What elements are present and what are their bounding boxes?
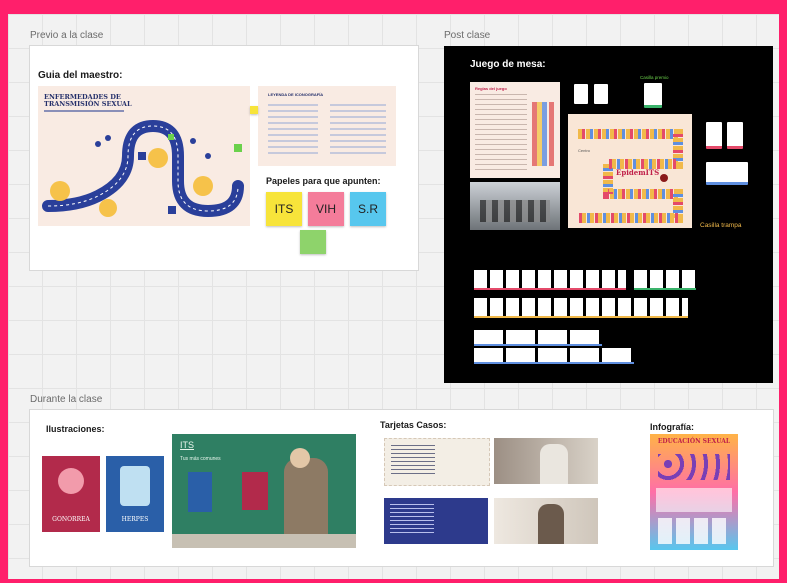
guia-title: Guia del maestro: [38, 70, 123, 81]
pink-card-row[interactable] [474, 270, 626, 290]
sticky-green-note[interactable] [300, 230, 326, 254]
casilla-trampa-label: Casilla trampa [700, 222, 742, 229]
classroom-floor [172, 534, 356, 548]
caso-card-1-text [391, 445, 435, 475]
gonorrea-label: GONORREA [52, 516, 90, 523]
guia-infographic[interactable]: ENFERMEDADES DE TRANSMISIÓN SEXUAL [38, 86, 250, 226]
trampa-card-1[interactable] [706, 122, 722, 149]
casilla-premio-label: Casilla premio [640, 75, 669, 80]
board-border: Previo a la clase Guia del maestro: ENFE… [0, 0, 787, 583]
board-center-label: Centro [578, 148, 591, 153]
blue-card-row-1[interactable] [474, 330, 602, 346]
premio-card[interactable] [644, 83, 662, 108]
class-photo[interactable] [470, 182, 560, 230]
road-path-illustration [42, 119, 244, 218]
sticky-its[interactable]: ITS [266, 192, 302, 226]
gonorrea-figure [58, 468, 84, 494]
juego-title: Juego de mesa: [470, 59, 546, 70]
mini-card-1[interactable] [574, 84, 588, 104]
caso-card-1[interactable] [384, 438, 490, 486]
caso-photo-2[interactable] [494, 498, 598, 544]
infografia-middle-band [656, 488, 732, 512]
reglas-card[interactable]: Reglas del juego [470, 82, 560, 178]
yellow-card-row[interactable] [474, 298, 688, 318]
caso-photo-1[interactable] [494, 438, 598, 484]
papeles-title: Papeles para que apunten: [266, 176, 381, 186]
chalkboard-text-sub: Tus más comunes [180, 456, 221, 462]
game-board[interactable]: EpidemITS Centro [568, 114, 692, 228]
ilustraciones-title: Ilustraciones: [46, 424, 105, 434]
infografia-header: EDUCACIÓN SEXUAL [657, 438, 731, 445]
classroom-photo[interactable]: ITS Tus más comunes [172, 434, 356, 548]
infografia-title: Infografía: [650, 422, 694, 432]
infografia-icons [658, 454, 730, 480]
frame-previo[interactable]: Guia del maestro: ENFERMEDADES DE TRANSM… [30, 46, 418, 270]
illustration-gonorrea[interactable]: GONORREA [42, 456, 100, 532]
frame-label-durante[interactable]: Durante la clase [30, 394, 102, 405]
legend-panel[interactable]: LEYENDA DE ICONOGRAFÍA [258, 86, 396, 166]
frame-durante[interactable]: Ilustraciones: GONORREA HERPES ITS Tus m… [30, 410, 773, 566]
board-name: EpidemITS [616, 168, 660, 177]
illustration-herpes[interactable]: HERPES [106, 456, 164, 532]
green-card-row[interactable] [634, 270, 696, 290]
frame-label-post[interactable]: Post clase [444, 30, 490, 41]
sticky-sr[interactable]: S.R [350, 192, 386, 226]
frame-label-previo[interactable]: Previo a la clase [30, 30, 103, 41]
caso-photo-1-person [540, 444, 568, 484]
board-poster-herpes [188, 472, 212, 512]
caso-card-2-text [390, 504, 434, 534]
class-photo-people [480, 200, 550, 222]
chalkboard-text-its: ITS [180, 440, 195, 450]
legend-list-left [268, 104, 318, 156]
blue-card-row-2[interactable] [474, 348, 634, 364]
mini-sticky[interactable] [250, 106, 258, 114]
trampa-card-2[interactable] [727, 122, 743, 149]
herpes-label: HERPES [121, 516, 149, 523]
tarjetas-title: Tarjetas Casos: [380, 420, 447, 430]
infografia-poster[interactable]: EDUCACIÓN SEXUAL [650, 434, 738, 550]
infografia-bottom-icons [658, 518, 730, 544]
info-card[interactable] [706, 162, 748, 185]
caso-photo-2-person [538, 504, 564, 544]
legend-title: LEYENDA DE ICONOGRAFÍA [268, 92, 324, 97]
herpes-figure [120, 466, 150, 506]
whiteboard-canvas[interactable]: Previo a la clase Guia del maestro: ENFE… [8, 14, 779, 579]
mini-card-2[interactable] [594, 84, 608, 104]
legend-list-right [330, 104, 386, 156]
reglas-text [475, 94, 527, 172]
reglas-tokens [532, 102, 554, 166]
board-poster-gonorrea [242, 472, 268, 510]
sticky-vih[interactable]: VIH [308, 192, 344, 226]
teacher-head [290, 448, 310, 468]
caso-card-2[interactable] [384, 498, 488, 544]
frame-post[interactable]: Juego de mesa: Reglas del juego EpidemIT… [444, 46, 773, 383]
reglas-title: Reglas del juego [475, 86, 507, 91]
